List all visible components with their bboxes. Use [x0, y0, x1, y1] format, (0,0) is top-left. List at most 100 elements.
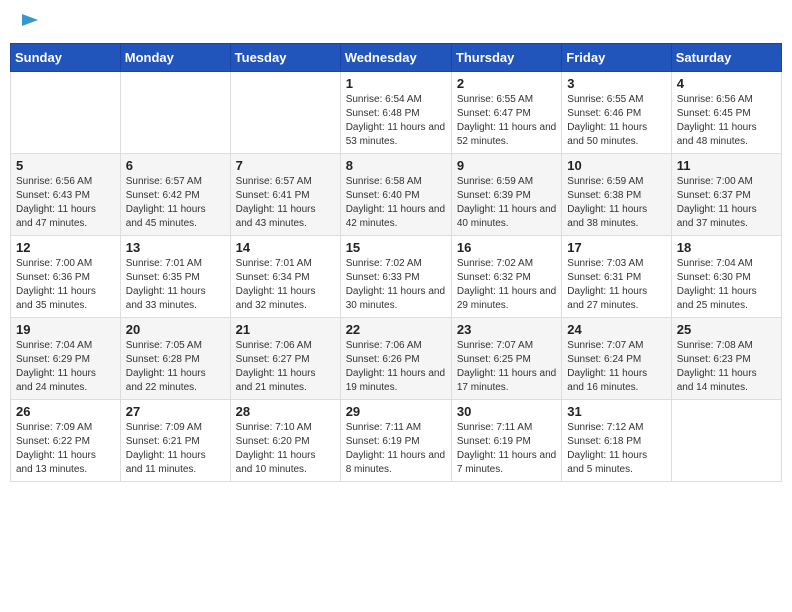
- table-row: 28 Sunrise: 7:10 AMSunset: 6:20 PMDayligh…: [230, 400, 340, 482]
- day-info: Sunrise: 7:10 AMSunset: 6:20 PMDaylight:…: [236, 421, 335, 477]
- table-row: 31Sunrise: 7:12 AMSunset: 6:18 PMDayligh…: [562, 400, 671, 482]
- table-row: 11Sunrise: 7:00 AMSunset: 6:37 PMDayligh…: [671, 154, 781, 236]
- day-number: 1: [346, 76, 446, 91]
- day-info: Sunrise: 7:04 AMSunset: 6:29 PMDaylight:…: [16, 339, 115, 395]
- day-info: Sunrise: 7:01 AMSunset: 6:35 PMDaylight:…: [126, 257, 225, 313]
- day-info: Sunrise: 7:07 AMSunset: 6:24 PMDaylight:…: [567, 339, 665, 395]
- day-number: 18: [677, 240, 776, 255]
- header-wednesday: Wednesday: [340, 44, 451, 72]
- header-tuesday: Tuesday: [230, 44, 340, 72]
- header-monday: Monday: [120, 44, 230, 72]
- header-friday: Friday: [562, 44, 671, 72]
- calendar-week-row: 26 Sunrise: 7:09 AMSunset: 6:22 PMDayligh…: [11, 400, 782, 482]
- day-info: Sunrise: 7:00 AMSunset: 6:36 PMDaylight:…: [16, 257, 115, 313]
- table-row: 21Sunrise: 7:06 AMSunset: 6:27 PMDayligh…: [230, 318, 340, 400]
- day-info: Sunrise: 7:11 AMSunset: 6:19 PMDaylight:…: [457, 421, 556, 477]
- day-number: 29: [346, 404, 446, 419]
- table-row: 14Sunrise: 7:01 AMSunset: 6:34 PMDayligh…: [230, 236, 340, 318]
- day-info: Sunrise: 7:04 AMSunset: 6:30 PMDaylight:…: [677, 257, 776, 313]
- day-number: 10: [567, 158, 665, 173]
- day-info: Sunrise: 6:54 AMSunset: 6:48 PMDaylight:…: [346, 93, 446, 149]
- day-number: 13: [126, 240, 225, 255]
- day-info: Sunrise: 7:06 AMSunset: 6:26 PMDaylight:…: [346, 339, 446, 395]
- table-row: 3 Sunrise: 6:55 AMSunset: 6:46 PMDaylight…: [562, 72, 671, 154]
- day-info: Sunrise: 6:56 AMSunset: 6:43 PMDaylight:…: [16, 175, 115, 231]
- day-number: 8: [346, 158, 446, 173]
- day-number: 30: [457, 404, 556, 419]
- day-number: 28: [236, 404, 335, 419]
- calendar-week-row: 12 Sunrise: 7:00 AMSunset: 6:36 PMDayligh…: [11, 236, 782, 318]
- table-row: [120, 72, 230, 154]
- calendar-week-row: 1 Sunrise: 6:54 AMSunset: 6:48 PMDaylight…: [11, 72, 782, 154]
- day-info: Sunrise: 7:11 AMSunset: 6:19 PMDaylight:…: [346, 421, 446, 477]
- day-number: 17: [567, 240, 665, 255]
- header-thursday: Thursday: [451, 44, 561, 72]
- day-number: 12: [16, 240, 115, 255]
- calendar-table: Sunday Monday Tuesday Wednesday Thursday…: [10, 43, 782, 482]
- table-row: 4 Sunrise: 6:56 AMSunset: 6:45 PMDaylight…: [671, 72, 781, 154]
- day-info: Sunrise: 7:00 AMSunset: 6:37 PMDaylight:…: [677, 175, 776, 231]
- day-number: 27: [126, 404, 225, 419]
- table-row: [11, 72, 121, 154]
- calendar-header-row: Sunday Monday Tuesday Wednesday Thursday…: [11, 44, 782, 72]
- table-row: 1 Sunrise: 6:54 AMSunset: 6:48 PMDaylight…: [340, 72, 451, 154]
- calendar-week-row: 19 Sunrise: 7:04 AMSunset: 6:29 PMDayligh…: [11, 318, 782, 400]
- day-info: Sunrise: 6:57 AMSunset: 6:41 PMDaylight:…: [236, 175, 335, 231]
- table-row: [230, 72, 340, 154]
- day-number: 31: [567, 404, 665, 419]
- day-info: Sunrise: 6:55 AMSunset: 6:46 PMDaylight:…: [567, 93, 665, 149]
- day-number: 25: [677, 322, 776, 337]
- day-info: Sunrise: 7:08 AMSunset: 6:23 PMDaylight:…: [677, 339, 776, 395]
- calendar-week-row: 5 Sunrise: 6:56 AMSunset: 6:43 PMDaylight…: [11, 154, 782, 236]
- day-number: 7: [236, 158, 335, 173]
- table-row: 25 Sunrise: 7:08 AMSunset: 6:23 PMDayligh…: [671, 318, 781, 400]
- day-info: Sunrise: 6:56 AMSunset: 6:45 PMDaylight:…: [677, 93, 776, 149]
- table-row: 13 Sunrise: 7:01 AMSunset: 6:35 PMDayligh…: [120, 236, 230, 318]
- table-row: 10 Sunrise: 6:59 AMSunset: 6:38 PMDayligh…: [562, 154, 671, 236]
- logo: [18, 14, 38, 31]
- day-info: Sunrise: 7:05 AMSunset: 6:28 PMDaylight:…: [126, 339, 225, 395]
- day-info: Sunrise: 7:06 AMSunset: 6:27 PMDaylight:…: [236, 339, 335, 395]
- table-row: 22 Sunrise: 7:06 AMSunset: 6:26 PMDayligh…: [340, 318, 451, 400]
- day-number: 5: [16, 158, 115, 173]
- table-row: 8 Sunrise: 6:58 AMSunset: 6:40 PMDaylight…: [340, 154, 451, 236]
- day-info: Sunrise: 7:02 AMSunset: 6:33 PMDaylight:…: [346, 257, 446, 313]
- day-number: 23: [457, 322, 556, 337]
- table-row: 20Sunrise: 7:05 AMSunset: 6:28 PMDayligh…: [120, 318, 230, 400]
- day-info: Sunrise: 6:59 AMSunset: 6:38 PMDaylight:…: [567, 175, 665, 231]
- day-number: 26: [16, 404, 115, 419]
- table-row: 15 Sunrise: 7:02 AMSunset: 6:33 PMDayligh…: [340, 236, 451, 318]
- day-info: Sunrise: 7:09 AMSunset: 6:21 PMDaylight:…: [126, 421, 225, 477]
- day-number: 2: [457, 76, 556, 91]
- table-row: 27 Sunrise: 7:09 AMSunset: 6:21 PMDayligh…: [120, 400, 230, 482]
- day-number: 4: [677, 76, 776, 91]
- day-number: 19: [16, 322, 115, 337]
- logo-flag-icon: [20, 14, 38, 30]
- header-saturday: Saturday: [671, 44, 781, 72]
- day-number: 24: [567, 322, 665, 337]
- day-number: 15: [346, 240, 446, 255]
- day-number: 16: [457, 240, 556, 255]
- day-number: 9: [457, 158, 556, 173]
- day-info: Sunrise: 7:02 AMSunset: 6:32 PMDaylight:…: [457, 257, 556, 313]
- day-info: Sunrise: 6:59 AMSunset: 6:39 PMDaylight:…: [457, 175, 556, 231]
- table-row: 9 Sunrise: 6:59 AMSunset: 6:39 PMDaylight…: [451, 154, 561, 236]
- table-row: 7 Sunrise: 6:57 AMSunset: 6:41 PMDaylight…: [230, 154, 340, 236]
- table-row: 26 Sunrise: 7:09 AMSunset: 6:22 PMDayligh…: [11, 400, 121, 482]
- page-header: [10, 10, 782, 35]
- table-row: 12 Sunrise: 7:00 AMSunset: 6:36 PMDayligh…: [11, 236, 121, 318]
- table-row: 18 Sunrise: 7:04 AMSunset: 6:30 PMDayligh…: [671, 236, 781, 318]
- table-row: 16 Sunrise: 7:02 AMSunset: 6:32 PMDayligh…: [451, 236, 561, 318]
- table-row: 30 Sunrise: 7:11 AMSunset: 6:19 PMDayligh…: [451, 400, 561, 482]
- table-row: [671, 400, 781, 482]
- table-row: 29 Sunrise: 7:11 AMSunset: 6:19 PMDayligh…: [340, 400, 451, 482]
- day-info: Sunrise: 7:09 AMSunset: 6:22 PMDaylight:…: [16, 421, 115, 477]
- day-number: 6: [126, 158, 225, 173]
- day-info: Sunrise: 7:03 AMSunset: 6:31 PMDaylight:…: [567, 257, 665, 313]
- table-row: 5 Sunrise: 6:56 AMSunset: 6:43 PMDaylight…: [11, 154, 121, 236]
- day-info: Sunrise: 6:58 AMSunset: 6:40 PMDaylight:…: [346, 175, 446, 231]
- table-row: 24 Sunrise: 7:07 AMSunset: 6:24 PMDayligh…: [562, 318, 671, 400]
- day-number: 22: [346, 322, 446, 337]
- day-info: Sunrise: 6:57 AMSunset: 6:42 PMDaylight:…: [126, 175, 225, 231]
- day-number: 3: [567, 76, 665, 91]
